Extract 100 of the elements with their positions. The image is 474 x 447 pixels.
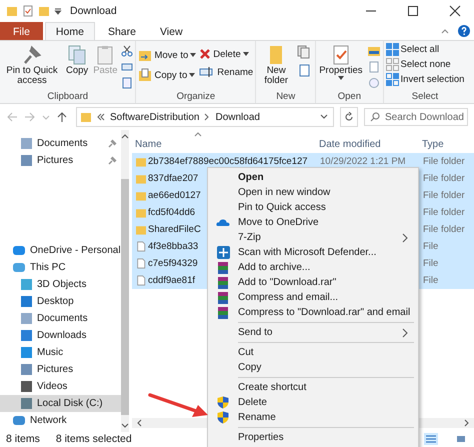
group-label: New: [275, 91, 296, 102]
nav-item[interactable]: Downloads: [0, 327, 121, 344]
menu-item[interactable]: Move to OneDrive: [208, 215, 418, 230]
dropdown-caret-icon[interactable]: [320, 113, 328, 121]
ribbon-tab[interactable]: Home: [44, 22, 95, 40]
x-icon: [199, 48, 212, 60]
file-name: cddf9ae81f: [148, 275, 196, 286]
copy-to-button[interactable]: Copy to: [138, 68, 196, 82]
menu-item[interactable]: Compress to "Download.rar" and email: [208, 305, 418, 320]
nav-item[interactable]: Pictures: [0, 361, 121, 378]
menu-item[interactable]: Delete: [208, 395, 418, 410]
file-name: 4f3e8bba33: [148, 241, 198, 252]
checkmark-document-icon[interactable]: [22, 5, 34, 17]
file-type: File folder: [423, 190, 465, 201]
close-icon[interactable]: [449, 5, 461, 17]
submenu-chevron-icon: [402, 328, 408, 338]
grid-icon: [386, 58, 399, 71]
menu-item[interactable]: Create shortcut: [208, 380, 418, 395]
books-icon: [217, 276, 229, 288]
nav-item[interactable]: Local Disk (C:): [0, 395, 121, 412]
file-name: fcd5f04dd6: [148, 207, 196, 218]
file-name: ae66ed0127: [148, 190, 201, 201]
file-name: 837dfae207: [148, 173, 198, 184]
nav-item[interactable]: This PC: [0, 259, 121, 276]
select-none-button[interactable]: Select none: [386, 58, 464, 71]
folder-icon: [80, 111, 92, 123]
menu-item[interactable]: Cut: [208, 345, 418, 360]
nav-item[interactable]: Videos: [0, 378, 121, 395]
menu-item[interactable]: Scan with Microsoft Defender...: [208, 245, 418, 260]
large-icons-view-icon[interactable]: [454, 433, 468, 445]
folder-copy-icon: [138, 68, 152, 82]
nav-icon: [20, 397, 33, 410]
rename-button[interactable]: Rename: [199, 66, 254, 78]
menu-item[interactable]: Open: [208, 170, 418, 185]
column-header[interactable]: Date modified: [319, 139, 422, 150]
checkmark-document-icon: [330, 44, 351, 66]
menu-item[interactable]: 7-Zip: [208, 230, 418, 245]
grid-icon: [386, 73, 399, 86]
nav-item[interactable]: Documents: [0, 310, 121, 327]
nav-item[interactable]: 3D Objects: [0, 276, 121, 293]
scissors-icon[interactable]: [121, 45, 134, 57]
group-label: Select: [410, 91, 440, 102]
file-type: File folder: [423, 224, 465, 235]
scroll-left-icon[interactable]: [136, 419, 142, 427]
refresh-button[interactable]: [340, 107, 358, 127]
nav-item[interactable]: Pictures: [0, 152, 121, 169]
sort-caret-icon: [194, 132, 202, 137]
file-type: File folder: [423, 207, 465, 218]
double-chevron-icon: [97, 113, 105, 121]
breadcrumb[interactable]: Download: [215, 112, 260, 122]
menu-item[interactable]: Pin to Quick access: [208, 200, 418, 215]
menu-item[interactable]: Add to archive...: [208, 260, 418, 275]
menu-item[interactable]: Copy: [208, 360, 418, 375]
menu-item[interactable]: Open in new window: [208, 185, 418, 200]
menu-item[interactable]: Send to: [208, 325, 418, 340]
nav-item[interactable]: Documents: [0, 135, 121, 152]
copy-icon: [66, 44, 88, 66]
menu-item[interactable]: Rename: [208, 410, 418, 425]
ribbon-tab[interactable]: File: [0, 22, 43, 40]
properties-button[interactable]: Properties: [318, 43, 364, 81]
scrollbar[interactable]: [120, 130, 129, 432]
column-header[interactable]: Type: [422, 139, 474, 150]
menu-item[interactable]: Add to "Download.rar": [208, 275, 418, 290]
open-folder-icon[interactable]: [366, 45, 381, 57]
file-type: File: [423, 258, 438, 269]
nav-icon: [20, 363, 33, 376]
menu-item[interactable]: Compress and email...: [208, 290, 418, 305]
column-header[interactable]: Name: [132, 139, 319, 150]
group-label: Organize: [176, 91, 216, 102]
scroll-down-icon[interactable]: [120, 423, 129, 429]
file-name: c7e5f94329: [148, 258, 198, 269]
nav-item[interactable]: OneDrive - Personal: [0, 242, 121, 259]
collapse-ribbon-icon[interactable]: [440, 27, 450, 35]
breadcrumb[interactable]: SoftwareDistribution: [110, 112, 200, 122]
nav-icon: [20, 295, 33, 308]
address-bar[interactable]: SoftwareDistribution Download: [76, 107, 334, 127]
move-to-button[interactable]: Move to: [138, 48, 196, 62]
ribbon-tab[interactable]: View: [148, 22, 194, 40]
group-label: Clipboard: [46, 91, 90, 102]
details-view-icon[interactable]: [424, 433, 438, 445]
help-icon[interactable]: [458, 25, 470, 37]
nav-item[interactable]: Network: [0, 412, 121, 429]
caret-icon: [189, 73, 196, 77]
select-all-button[interactable]: Select all: [386, 43, 464, 56]
ribbon-tab[interactable]: Share: [96, 22, 147, 40]
invert-selection-button[interactable]: Invert selection: [386, 73, 464, 86]
nav-item[interactable]: Desktop: [0, 293, 121, 310]
new-folder-button[interactable]: New folder: [258, 43, 294, 87]
scroll-right-icon[interactable]: [464, 419, 470, 427]
up-arrow-icon[interactable]: [56, 111, 68, 123]
submenu-chevron-icon: [402, 232, 408, 242]
copy-button[interactable]: Copy: [65, 43, 90, 77]
pushpin-icon: [21, 44, 43, 66]
scroll-up-icon[interactable]: [120, 133, 129, 139]
nav-item[interactable]: Music: [0, 344, 121, 361]
pin-to-quick-access-button[interactable]: Pin to Quick access: [2, 43, 62, 87]
menu-item[interactable]: Properties: [208, 430, 418, 445]
search-field[interactable]: Search Download: [364, 108, 468, 126]
delete-button[interactable]: Delete: [199, 48, 254, 60]
maximize-icon[interactable]: [407, 5, 419, 17]
